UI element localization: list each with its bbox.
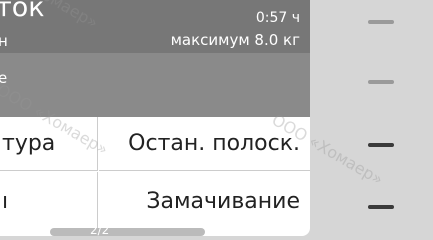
option-label: Замачивание (146, 188, 300, 214)
program-title: ток (0, 0, 45, 23)
option-header-label: е (0, 69, 8, 87)
page-dot-1 (368, 20, 394, 24)
option-rinse-hold[interactable]: Остан. полоск. (99, 117, 310, 171)
max-load: максимум 8.0 кг (170, 31, 300, 49)
program-header[interactable]: ток н 0:57 ч максимум 8.0 кг (0, 0, 310, 53)
option-temperature[interactable]: тура (0, 117, 98, 171)
page-dot-3 (368, 143, 394, 147)
page-indicator: 2/2 (90, 223, 110, 236)
page-dot-2 (368, 80, 394, 84)
option-label: Остан. полоск. (128, 131, 300, 156)
option-header[interactable]: е (0, 53, 310, 117)
program-duration: 0:57 ч (255, 10, 300, 26)
program-subtitle: н (0, 32, 8, 50)
program-panel: ток н 0:57 ч максимум 8.0 кг е тура Оста… (0, 0, 310, 236)
option-label: тура (2, 131, 56, 156)
option-label: ı (2, 188, 9, 214)
scroll-thumb[interactable] (50, 228, 205, 236)
page-dot-4 (368, 205, 394, 209)
